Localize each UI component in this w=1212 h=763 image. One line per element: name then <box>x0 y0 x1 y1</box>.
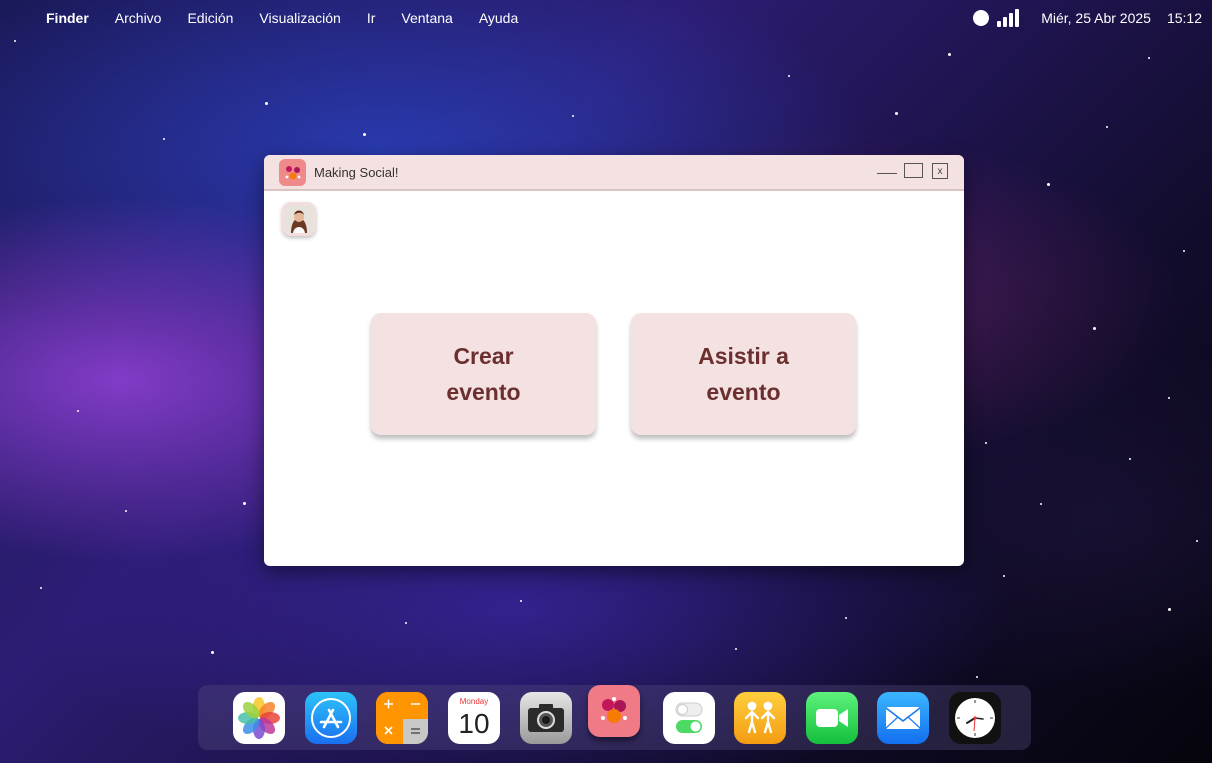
window-title: Making Social! <box>314 165 399 180</box>
app-window: Making Social! x Crear evento Asistir a … <box>264 155 964 566</box>
calculator-icon[interactable] <box>376 692 428 744</box>
menu-item-visualizacion[interactable]: Visualización <box>259 10 340 26</box>
camera-icon[interactable] <box>520 692 572 744</box>
menu-time[interactable]: 15:12 <box>1167 10 1202 26</box>
calendar-icon[interactable]: Monday 10 <box>448 692 500 744</box>
menu-bar-right: Miér, 25 Abr 2025 15:12 <box>973 0 1202 36</box>
user-avatar[interactable] <box>282 202 316 236</box>
menu-item-edicion[interactable]: Edición <box>187 10 233 26</box>
maximize-button[interactable] <box>904 163 923 178</box>
menu-item-ayuda[interactable]: Ayuda <box>479 10 518 26</box>
find-my-friends-icon[interactable] <box>734 692 786 744</box>
calendar-date: 10 <box>458 708 490 739</box>
settings-toggle-icon[interactable] <box>663 692 715 744</box>
minimize-button[interactable] <box>876 163 898 181</box>
app-store-icon[interactable] <box>305 692 357 744</box>
making-social-dock-icon[interactable] <box>588 685 640 737</box>
menu-bar-left: Finder Archivo Edición Visualización Ir … <box>0 10 544 26</box>
menu-date[interactable]: Miér, 25 Abr 2025 <box>1041 10 1151 26</box>
menu-item-archivo[interactable]: Archivo <box>115 10 162 26</box>
menu-bar: Finder Archivo Edición Visualización Ir … <box>0 0 1212 36</box>
create-event-button[interactable]: Crear evento <box>371 313 596 435</box>
menu-item-ventana[interactable]: Ventana <box>401 10 452 26</box>
menu-item-ir[interactable]: Ir <box>367 10 376 26</box>
making-social-app-icon <box>279 159 306 186</box>
attend-event-button[interactable]: Asistir a evento <box>631 313 856 435</box>
window-titlebar[interactable]: Making Social! x <box>264 155 964 191</box>
calendar-weekday: Monday <box>459 697 489 706</box>
photos-app-icon[interactable] <box>233 692 285 744</box>
status-dot-icon[interactable] <box>973 10 990 26</box>
mail-icon[interactable] <box>877 692 929 744</box>
signal-strength-icon[interactable] <box>997 9 1020 27</box>
dock: Monday 10 <box>198 685 1031 750</box>
clock-icon[interactable] <box>949 692 1001 744</box>
menu-app-name[interactable]: Finder <box>46 10 89 26</box>
facetime-icon[interactable] <box>806 692 858 744</box>
close-button[interactable]: x <box>932 163 948 179</box>
